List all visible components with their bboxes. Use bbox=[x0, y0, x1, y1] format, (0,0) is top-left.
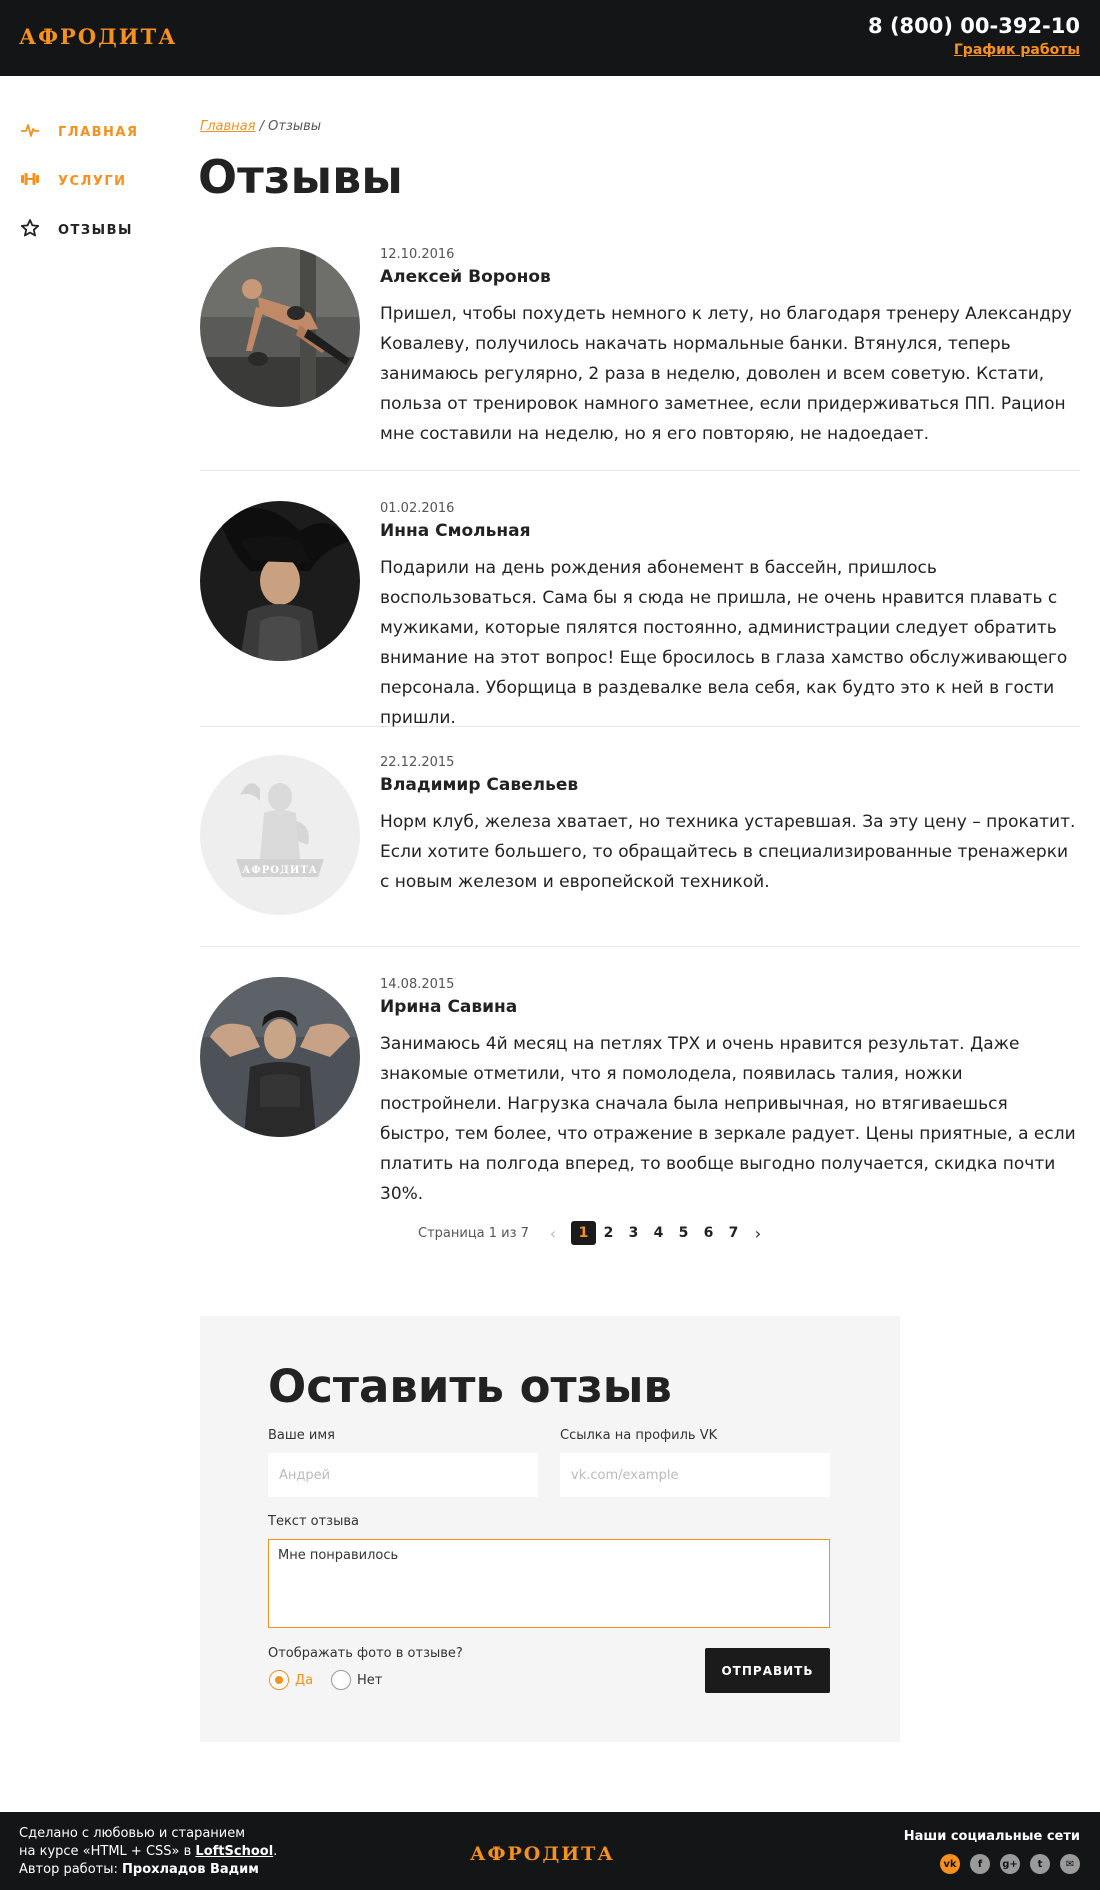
review-author: Владимир Савельев bbox=[380, 775, 579, 795]
form-title: Оставить отзыв bbox=[268, 1360, 672, 1413]
avatar bbox=[200, 977, 360, 1137]
site-footer: Сделано с любовью и старанием на курсе «… bbox=[0, 1812, 1100, 1890]
review-author: Алексей Воронов bbox=[380, 267, 551, 287]
review-date: 01.02.2016 bbox=[380, 501, 455, 516]
review-text: Подарили на день рождения абонемент в ба… bbox=[380, 558, 1068, 728]
page-link[interactable]: 5 bbox=[671, 1221, 696, 1245]
submit-button[interactable]: ОТПРАВИТЬ bbox=[705, 1648, 830, 1693]
sidebar-item-home[interactable]: ГЛАВНАЯ bbox=[20, 120, 139, 144]
sidebar-item-label: ГЛАВНАЯ bbox=[58, 124, 139, 140]
review-date: 22.12.2015 bbox=[380, 755, 455, 770]
twitter-icon[interactable]: t bbox=[1030, 1854, 1050, 1874]
site-header: АФРОДИТА 8 (800) 00-392-10 График работы bbox=[0, 0, 1100, 76]
review-item: 12.10.2016 Алексей Воронов Пришел, чтобы… bbox=[200, 247, 1080, 471]
review-author: Инна Смольная bbox=[380, 521, 531, 541]
logo[interactable]: АФРОДИТА bbox=[19, 24, 177, 49]
sidebar-item-services[interactable]: УСЛУГИ bbox=[20, 169, 127, 193]
breadcrumb-current: Отзывы bbox=[268, 119, 322, 134]
review-item: 14.08.2015 Ирина Савина Занимаюсь 4й мес… bbox=[200, 977, 1080, 1204]
social-links: vk f g+ t ✉ bbox=[930, 1854, 1080, 1874]
breadcrumb: Главная / Отзывы bbox=[200, 119, 321, 134]
review-form: Оставить отзыв Ваше имя Ссылка на профил… bbox=[200, 1316, 900, 1742]
breadcrumb-home-link[interactable]: Главная bbox=[200, 119, 255, 134]
review-date: 12.10.2016 bbox=[380, 247, 455, 262]
sidebar-item-label: УСЛУГИ bbox=[58, 173, 127, 189]
page-title: Отзывы bbox=[198, 150, 403, 204]
chevron-left-icon[interactable]: ‹ bbox=[543, 1224, 563, 1243]
footer-line2: на курсе «HTML + CSS» в LoftSchool. bbox=[19, 1843, 277, 1861]
page-link[interactable]: 4 bbox=[646, 1221, 671, 1245]
page-link[interactable]: 6 bbox=[696, 1221, 721, 1245]
pagination: Страница 1 из 7 ‹ 1 2 3 4 5 6 7 › bbox=[418, 1220, 768, 1246]
social-title: Наши социальные сети bbox=[903, 1829, 1080, 1844]
footer-line1: Сделано с любовью и старанием bbox=[19, 1826, 246, 1841]
google-plus-icon[interactable]: g+ bbox=[1000, 1854, 1020, 1874]
review-date: 14.08.2015 bbox=[380, 977, 455, 992]
schedule-link[interactable]: График работы bbox=[954, 42, 1080, 58]
vk-profile-field[interactable] bbox=[560, 1453, 830, 1497]
chevron-right-icon[interactable]: › bbox=[748, 1224, 768, 1243]
footer-author-name: Прохладов Вадим bbox=[122, 1862, 259, 1877]
page-link[interactable]: 3 bbox=[621, 1221, 646, 1245]
avatar bbox=[200, 247, 360, 407]
facebook-icon[interactable]: f bbox=[970, 1854, 990, 1874]
star-icon bbox=[20, 218, 40, 242]
radio-no-label: Нет bbox=[357, 1672, 383, 1688]
avatar-placeholder: АФРОДИТА bbox=[200, 755, 360, 915]
review-item: АФРОДИТА 22.12.2015 Владимир Савельев Но… bbox=[200, 755, 1080, 947]
vk-label: Ссылка на профиль VK bbox=[560, 1428, 718, 1443]
footer-author-label: Автор работы: bbox=[19, 1862, 123, 1877]
page-link[interactable]: 1 bbox=[570, 1221, 596, 1245]
avatar-logo-text: АФРОДИТА bbox=[242, 865, 318, 876]
review-text: Занимаюсь 4й месяц на петлях TPX и очень… bbox=[380, 1034, 1076, 1204]
review-author: Ирина Савина bbox=[380, 997, 518, 1017]
name-field[interactable] bbox=[268, 1453, 538, 1497]
review-text-label: Текст отзыва bbox=[268, 1514, 359, 1529]
radio-no[interactable]: Нет bbox=[331, 1670, 382, 1690]
name-label: Ваше имя bbox=[268, 1428, 335, 1443]
radio-unchecked-icon bbox=[331, 1670, 351, 1690]
page-link[interactable]: 2 bbox=[596, 1221, 621, 1245]
review-text: Норм клуб, железа хватает, но техника ус… bbox=[380, 812, 1076, 892]
pulse-icon bbox=[20, 120, 40, 144]
footer-dot: . bbox=[273, 1844, 278, 1859]
footer-line3: Автор работы: Прохладов Вадим bbox=[19, 1861, 277, 1879]
radio-checked-icon bbox=[269, 1670, 289, 1690]
review-item: 01.02.2016 Инна Смольная Подарили на ден… bbox=[200, 501, 1080, 728]
vk-icon[interactable]: vk bbox=[940, 1854, 960, 1874]
avatar bbox=[200, 501, 360, 661]
radio-yes-label: Да bbox=[295, 1672, 314, 1688]
photo-question: Отображать фото в отзыве? bbox=[268, 1646, 463, 1661]
review-textarea[interactable]: Мне понравилось bbox=[268, 1539, 830, 1628]
page-link[interactable]: 7 bbox=[721, 1221, 746, 1245]
sidebar-item-label: ОТЗЫВЫ bbox=[58, 222, 134, 238]
footer-logo[interactable]: АФРОДИТА bbox=[470, 1843, 615, 1865]
footer-course-text: на курсе «HTML + CSS» в bbox=[19, 1844, 196, 1859]
footer-credits: Сделано с любовью и старанием на курсе «… bbox=[19, 1825, 277, 1879]
breadcrumb-separator: / bbox=[255, 119, 269, 134]
phone-number[interactable]: 8 (800) 00-392-10 bbox=[868, 14, 1080, 38]
sidebar-item-reviews[interactable]: ОТЗЫВЫ bbox=[20, 218, 133, 242]
review-text: Пришел, чтобы похудеть немного к лету, н… bbox=[380, 304, 1072, 444]
dumbbell-icon bbox=[20, 169, 40, 193]
mail-icon[interactable]: ✉ bbox=[1060, 1854, 1080, 1874]
page-counter: Страница 1 из 7 bbox=[418, 1225, 529, 1241]
radio-yes[interactable]: Да bbox=[269, 1670, 313, 1690]
loftschool-link[interactable]: LoftSchool bbox=[195, 1844, 273, 1859]
